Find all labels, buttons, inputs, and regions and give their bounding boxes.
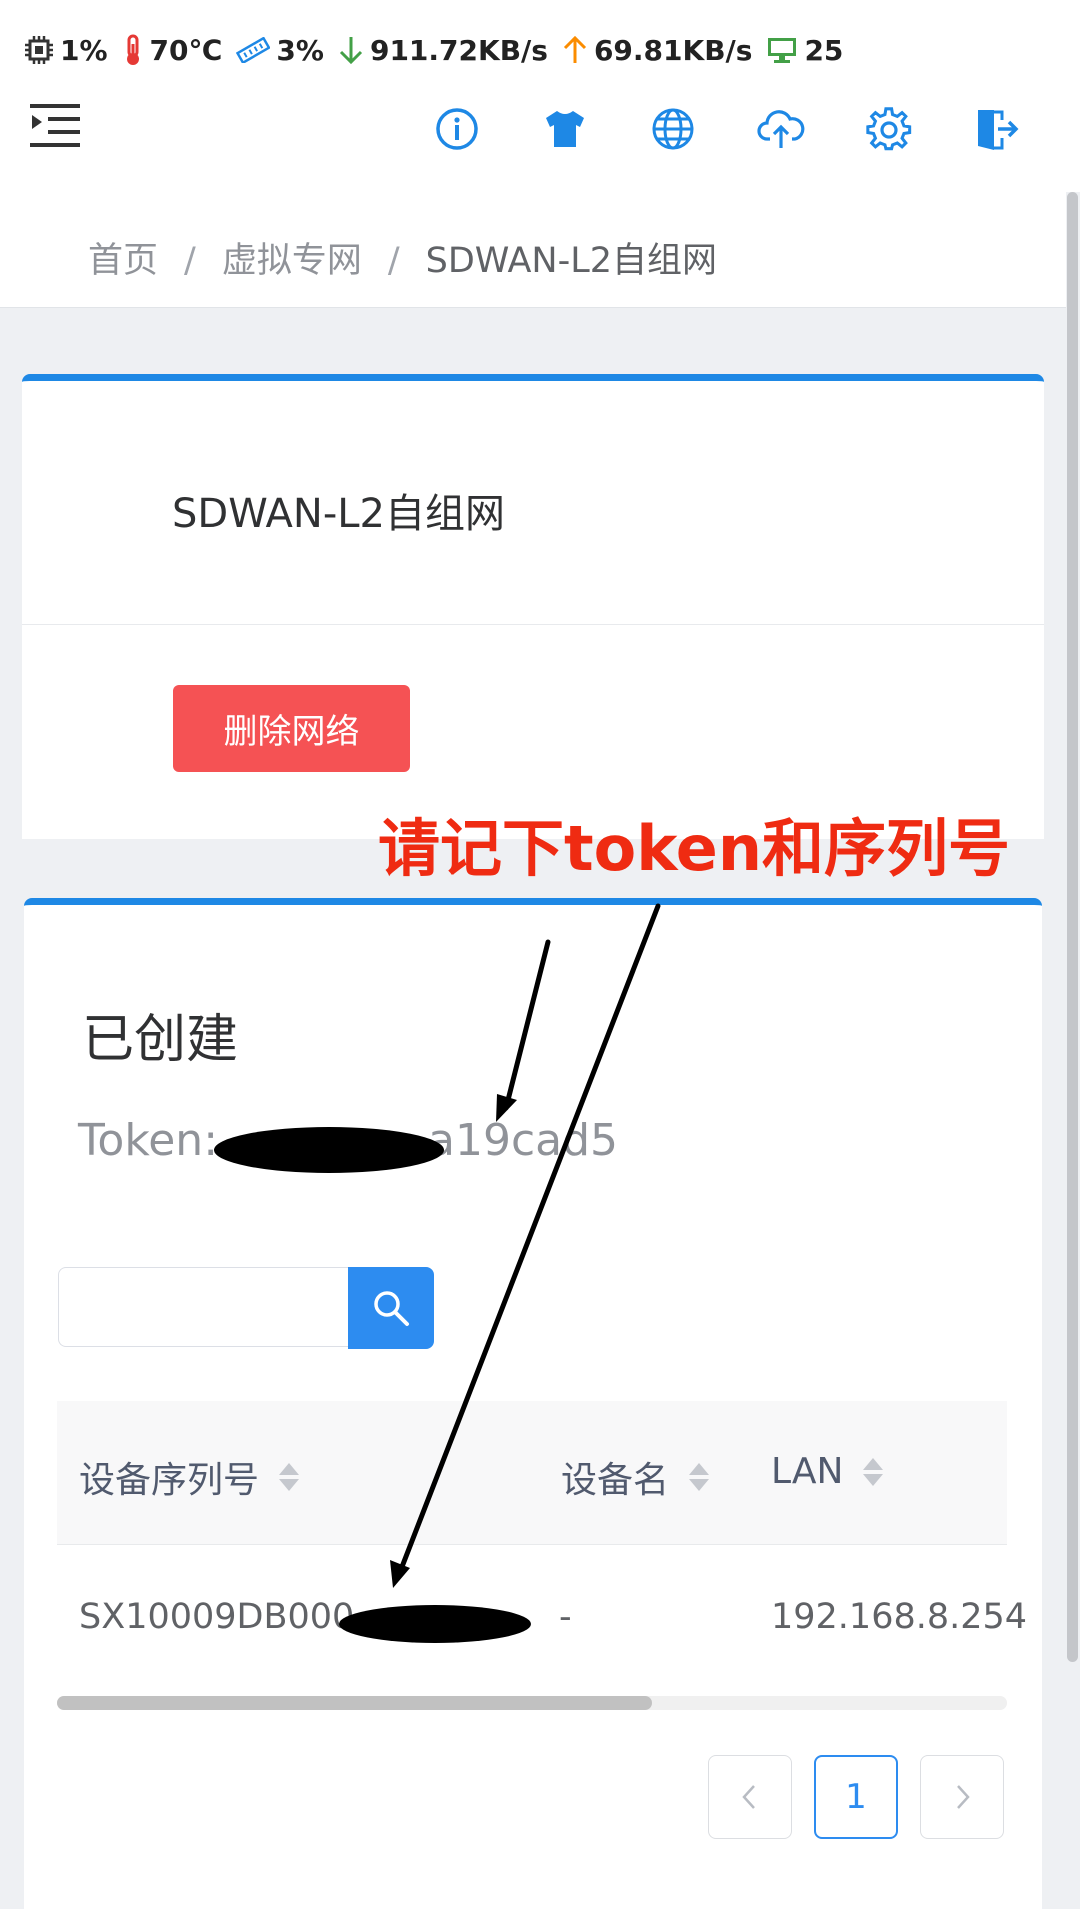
pagination: 1 xyxy=(708,1755,1004,1839)
breadcrumb-home[interactable]: 首页 xyxy=(88,241,158,281)
memory-stick-icon xyxy=(236,37,271,63)
table-header: 设备序列号 设备名 LAN xyxy=(57,1401,1007,1545)
search-button[interactable] xyxy=(348,1267,434,1349)
temp-stat: 70℃ xyxy=(122,33,223,67)
upload-value: 69.81KB/s xyxy=(593,33,753,67)
serial-redaction-scribble xyxy=(339,1605,531,1643)
upload-stat: 69.81KB/s xyxy=(562,33,753,67)
vertical-scrollbar-thumb[interactable] xyxy=(1067,192,1078,1662)
cpu-chip-icon xyxy=(25,36,53,64)
arrow-down-icon xyxy=(339,37,363,65)
sort-icon[interactable] xyxy=(863,1457,884,1486)
cloud-upload-icon[interactable] xyxy=(754,102,808,156)
network-card: SDWAN-L2自组网 删除网络 xyxy=(22,374,1044,839)
created-title: 已创建 xyxy=(82,1010,239,1070)
token-redaction-scribble xyxy=(214,1127,444,1173)
monitor-icon xyxy=(768,38,797,63)
vertical-scrollbar[interactable] xyxy=(1066,192,1080,1902)
sort-icon[interactable] xyxy=(689,1463,710,1491)
clients-value: 25 xyxy=(804,33,844,67)
annotation-text: 请记下token和序列号 xyxy=(378,812,1010,885)
cpu-stat: 1% xyxy=(24,34,108,67)
logout-icon[interactable] xyxy=(970,102,1024,156)
clients-stat: 25 xyxy=(766,34,843,67)
breadcrumb-vpn[interactable]: 虚拟专网 xyxy=(222,241,362,281)
temp-value: 70℃ xyxy=(149,33,223,67)
network-title: SDWAN-L2自组网 xyxy=(172,491,506,537)
cell-serial: SX10009DB000 xyxy=(79,1597,355,1637)
delete-network-button[interactable]: 删除网络 xyxy=(173,685,410,772)
breadcrumb-separator: / xyxy=(184,241,196,281)
table-row[interactable]: SX10009DB000 - 192.168.8.254 xyxy=(57,1545,1027,1695)
next-page-button[interactable] xyxy=(920,1755,1004,1839)
search-input[interactable] xyxy=(58,1267,348,1347)
column-header-name[interactable]: 设备名 xyxy=(561,1451,710,1503)
chevron-right-icon xyxy=(957,1785,970,1809)
created-card: 已创建 Token: a19cad5 设备序列号 设备名 LAN SX10009… xyxy=(24,898,1042,1909)
toolbar xyxy=(430,102,1024,156)
search-icon xyxy=(374,1291,409,1326)
column-header-serial[interactable]: 设备序列号 xyxy=(79,1451,300,1503)
cell-lan: 192.168.8.254 xyxy=(771,1597,1028,1637)
theme-shirt-icon[interactable] xyxy=(538,102,592,156)
cell-device-name: - xyxy=(559,1597,572,1637)
globe-icon[interactable] xyxy=(646,102,700,156)
breadcrumb: 首页 / 虚拟专网 / SDWAN-L2自组网 xyxy=(88,232,717,283)
breadcrumb-bar: 首页 / 虚拟专网 / SDWAN-L2自组网 xyxy=(0,192,1066,308)
thermometer-icon xyxy=(126,34,139,65)
column-label: 设备序列号 xyxy=(79,1460,260,1501)
download-value: 911.72KB/s xyxy=(369,33,548,67)
info-icon[interactable] xyxy=(430,102,484,156)
horizontal-scrollbar-thumb[interactable] xyxy=(57,1696,652,1710)
status-bar: 1% 70℃ 3% 911.72KB/s 69.81KB/s 25 xyxy=(24,30,857,70)
top-bar: 1% 70℃ 3% 911.72KB/s 69.81KB/s 25 xyxy=(0,0,1080,193)
download-stat: 911.72KB/s xyxy=(338,34,548,67)
gear-icon[interactable] xyxy=(862,102,916,156)
column-label: 设备名 xyxy=(561,1460,670,1501)
page-1-button[interactable]: 1 xyxy=(814,1755,898,1839)
token-label: Token: xyxy=(78,1115,219,1166)
chevron-left-icon xyxy=(742,1785,755,1809)
column-label: LAN xyxy=(771,1451,844,1492)
memory-stat: 3% xyxy=(236,34,324,67)
column-header-lan[interactable]: LAN xyxy=(771,1451,884,1492)
token-value-suffix: a19cad5 xyxy=(428,1115,619,1166)
breadcrumb-current: SDWAN-L2自组网 xyxy=(425,241,718,281)
breadcrumb-separator: / xyxy=(387,241,400,281)
table-horizontal-scrollbar[interactable] xyxy=(57,1696,1007,1710)
card-divider xyxy=(22,624,1044,625)
memory-value: 3% xyxy=(276,33,324,67)
prev-page-button[interactable] xyxy=(708,1755,792,1839)
sort-icon[interactable] xyxy=(279,1463,300,1491)
arrow-up-icon xyxy=(563,35,587,63)
device-table: 设备序列号 设备名 LAN SX10009DB000 - 192.168.8.2… xyxy=(57,1401,1027,1695)
device-search xyxy=(58,1267,439,1349)
menu-indent-icon[interactable] xyxy=(30,102,82,152)
cpu-value: 1% xyxy=(60,33,108,67)
